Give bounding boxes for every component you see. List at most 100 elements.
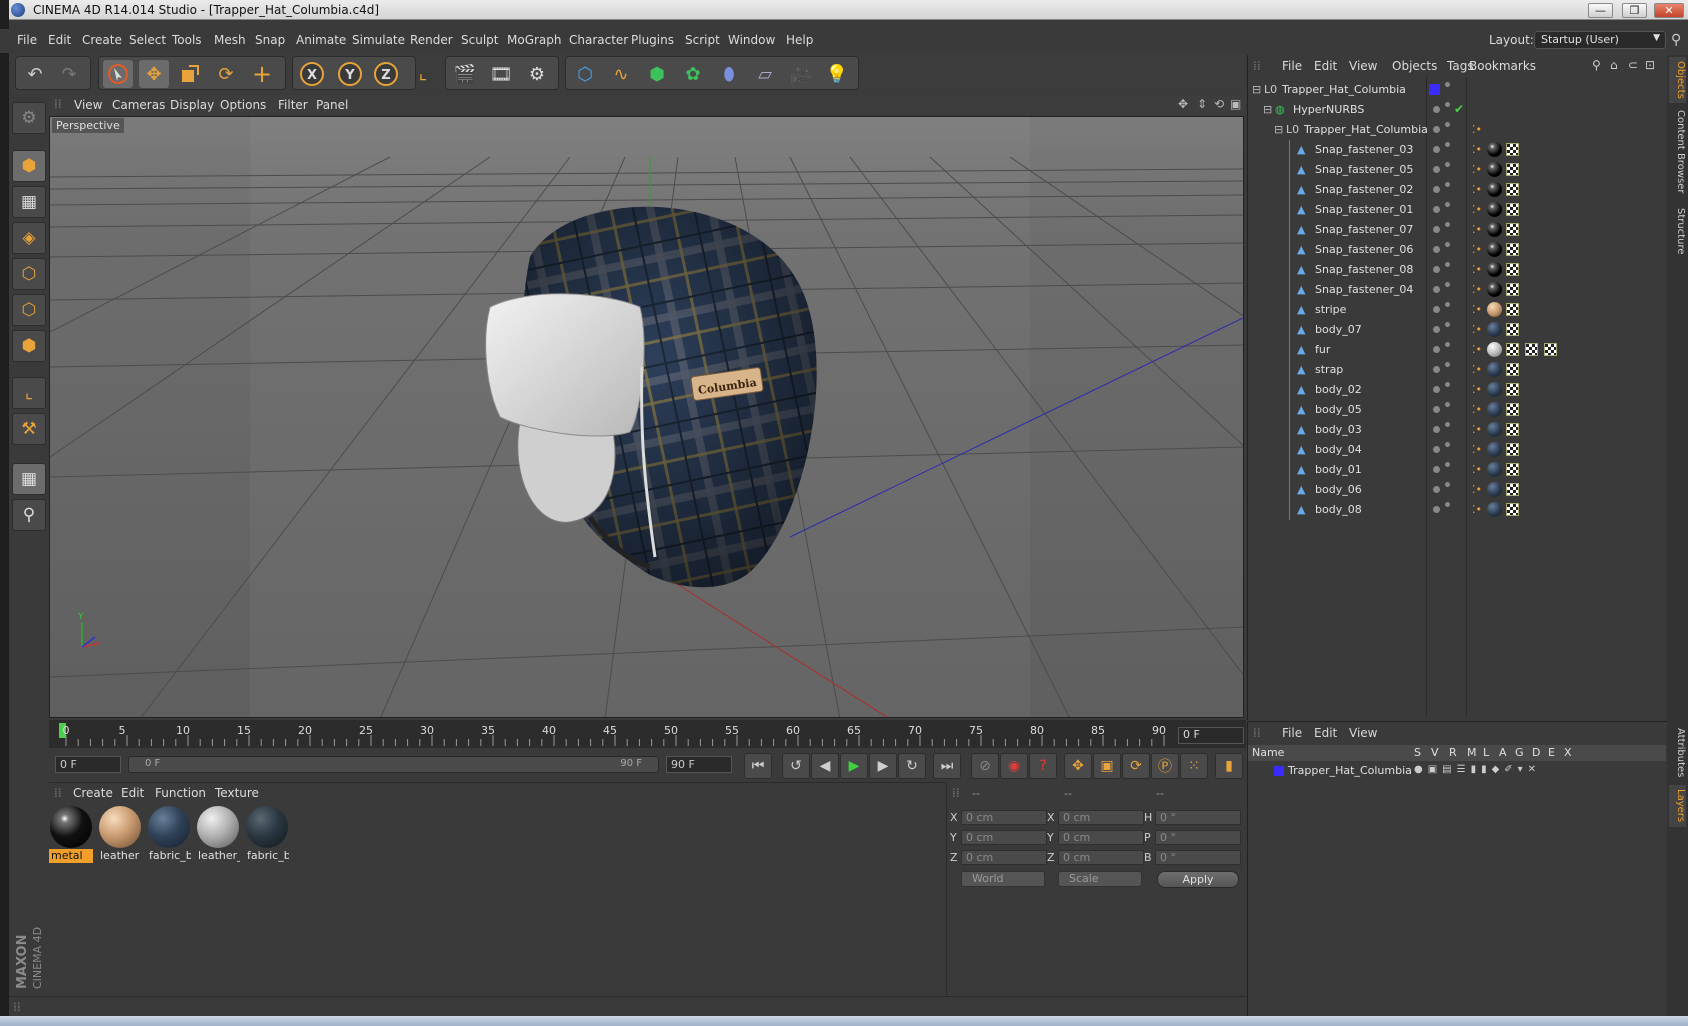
phong-tag-icon[interactable]: ⁚• (1472, 423, 1482, 436)
visibility-dot[interactable] (1433, 406, 1440, 413)
visibility-dot[interactable] (1433, 486, 1440, 493)
material-tag-icon[interactable] (1487, 262, 1502, 277)
tab-objects[interactable]: Objects (1669, 57, 1686, 103)
material-tag-icon[interactable] (1487, 402, 1502, 417)
layer-row[interactable]: Trapper_Hat_Columbia ●▣▤☰▮▮◆✐▾✕ (1248, 762, 1666, 780)
uvw-tag-icon[interactable] (1506, 183, 1519, 196)
phong-tag-icon[interactable]: ⁚• (1472, 283, 1482, 296)
render-dot[interactable] (1445, 482, 1450, 487)
phong-tag-icon[interactable]: ⁚• (1472, 383, 1482, 396)
redo-icon[interactable]: ↷ (54, 60, 84, 88)
material-tag-icon[interactable] (1487, 142, 1502, 157)
key-help-icon[interactable]: ? (1029, 753, 1057, 779)
spline-icon[interactable]: ∿ (606, 60, 636, 88)
material-tag-icon[interactable] (1487, 242, 1502, 257)
layer-color-swatch[interactable] (1429, 84, 1440, 95)
back-icon[interactable]: ⊂ (1628, 58, 1638, 72)
uvw-tag-icon[interactable] (1506, 223, 1519, 236)
previous-frame-icon[interactable]: ◀ (811, 753, 839, 779)
render-dot[interactable] (1445, 462, 1450, 467)
coordinate-system-icon[interactable]: ⌞ (408, 59, 438, 87)
layout-dropdown[interactable]: Startup (User) ▼ (1534, 31, 1666, 49)
uvw-tag-icon[interactable] (1506, 263, 1519, 276)
visibility-dot[interactable] (1433, 206, 1440, 213)
viewport-zoom-icon[interactable]: ⇕ (1197, 97, 1207, 111)
viewport-menu-options[interactable]: Options (220, 98, 266, 112)
size-mode-dropdown[interactable]: Scale (1058, 871, 1142, 887)
workplane-mode-icon[interactable]: ◈ (12, 222, 46, 254)
render-dot[interactable] (1445, 262, 1450, 267)
phong-tag-icon[interactable]: ⁚• (1472, 343, 1482, 356)
object-row[interactable]: ▲ Snap_fastener_01 ⁚• (1250, 200, 1660, 220)
uvw-tag-icon[interactable] (1544, 343, 1557, 356)
render-dot[interactable] (1445, 362, 1450, 367)
object-name[interactable]: body_01 (1315, 463, 1362, 476)
visibility-dot[interactable] (1433, 506, 1440, 513)
render-dot[interactable] (1445, 162, 1450, 167)
uvw-tag-icon[interactable] (1506, 283, 1519, 296)
object-name[interactable]: Snap_fastener_04 (1315, 283, 1413, 296)
object-row[interactable]: ▲ stripe ⁚• (1250, 300, 1660, 320)
layer-flag-icons[interactable]: ●▣▤☰▮▮◆✐▾✕ (1414, 764, 1541, 775)
phong-tag-icon[interactable]: ⁚• (1472, 323, 1482, 336)
phong-tag-icon[interactable]: ⁚• (1472, 203, 1482, 216)
perspective-viewport[interactable]: Columbia Y (49, 116, 1244, 718)
tweak-mode-icon[interactable]: ⚒ (12, 413, 46, 445)
phong-tag-icon[interactable]: ⁚• (1472, 443, 1482, 456)
object-row[interactable]: ▲ Snap_fastener_07 ⁚• (1250, 220, 1660, 240)
material-menu-create[interactable]: Create (73, 786, 113, 800)
layer-menu-file[interactable]: File (1282, 726, 1302, 740)
object-menu-file[interactable]: File (1282, 59, 1302, 73)
object-name[interactable]: body_03 (1315, 423, 1362, 436)
material-swatch-leather-2[interactable]: leather_ (196, 805, 240, 863)
object-name[interactable]: Snap_fastener_01 (1315, 203, 1413, 216)
next-frame-icon[interactable]: ▶ (869, 753, 897, 779)
phong-tag-icon[interactable]: ⁚• (1472, 183, 1482, 196)
material-tag-icon[interactable] (1487, 482, 1502, 497)
visibility-dot[interactable] (1433, 306, 1440, 313)
material-tag-icon[interactable] (1487, 422, 1502, 437)
position-y-field[interactable]: 0 cm (961, 830, 1047, 845)
material-tag-icon[interactable] (1487, 322, 1502, 337)
phong-tag-icon[interactable]: ⁚• (1472, 503, 1482, 516)
deformer-icon[interactable]: ⬮ (714, 60, 744, 88)
object-name[interactable]: Snap_fastener_08 (1315, 263, 1413, 276)
render-dot[interactable] (1445, 102, 1450, 107)
material-swatch-leather[interactable]: leather (98, 805, 142, 863)
model-mode-icon[interactable]: ⬢ (12, 150, 46, 182)
coordinate-space-dropdown[interactable]: World (961, 871, 1045, 887)
maximize-button[interactable]: ❐ (1622, 3, 1647, 18)
z-axis-icon[interactable]: Z (371, 60, 401, 88)
object-row[interactable]: ▲ Snap_fastener_04 ⁚• (1250, 280, 1660, 300)
visibility-dot[interactable] (1433, 266, 1440, 273)
menu-mesh[interactable]: Mesh (214, 33, 246, 47)
material-tag-icon[interactable] (1487, 282, 1502, 297)
grip-icon[interactable]: ⁞⁞ (54, 97, 62, 111)
object-row[interactable]: ▲ body_01 ⁚• (1250, 460, 1660, 480)
menu-file[interactable]: File (17, 33, 37, 47)
key-scale-icon[interactable]: ▣ (1093, 753, 1121, 779)
autokey-icon[interactable]: ◉ (1000, 753, 1028, 779)
object-row[interactable]: ▲ Snap_fastener_02 ⁚• (1250, 180, 1660, 200)
menu-character[interactable]: Character (569, 33, 628, 47)
material-tag-icon[interactable] (1487, 162, 1502, 177)
object-name[interactable]: strap (1315, 363, 1343, 376)
rotation-b-field[interactable]: 0 ° (1155, 850, 1241, 865)
uvw-tag-icon[interactable] (1506, 363, 1519, 376)
object-name[interactable]: body_02 (1315, 383, 1362, 396)
visibility-dot[interactable] (1433, 366, 1440, 373)
object-name[interactable]: fur (1315, 343, 1330, 356)
render-dot[interactable] (1445, 182, 1450, 187)
viewport-move-icon[interactable]: ✥ (1178, 97, 1188, 111)
polygons-mode-icon[interactable]: ⬢ (12, 330, 46, 362)
uvw-tag-icon[interactable] (1506, 323, 1519, 336)
size-z-field[interactable]: 0 cm (1058, 850, 1144, 865)
go-to-start-icon[interactable]: ⏮ (744, 753, 772, 779)
phong-tag-icon[interactable]: ⁚• (1472, 243, 1482, 256)
end-frame-field[interactable]: 90 F (666, 756, 732, 773)
object-name[interactable]: Snap_fastener_05 (1315, 163, 1413, 176)
render-dot[interactable] (1445, 222, 1450, 227)
collapse-icon[interactable]: ⊟ (1274, 123, 1286, 136)
rotation-h-field[interactable]: 0 ° (1155, 810, 1241, 825)
minimize-button[interactable]: — (1588, 3, 1613, 18)
